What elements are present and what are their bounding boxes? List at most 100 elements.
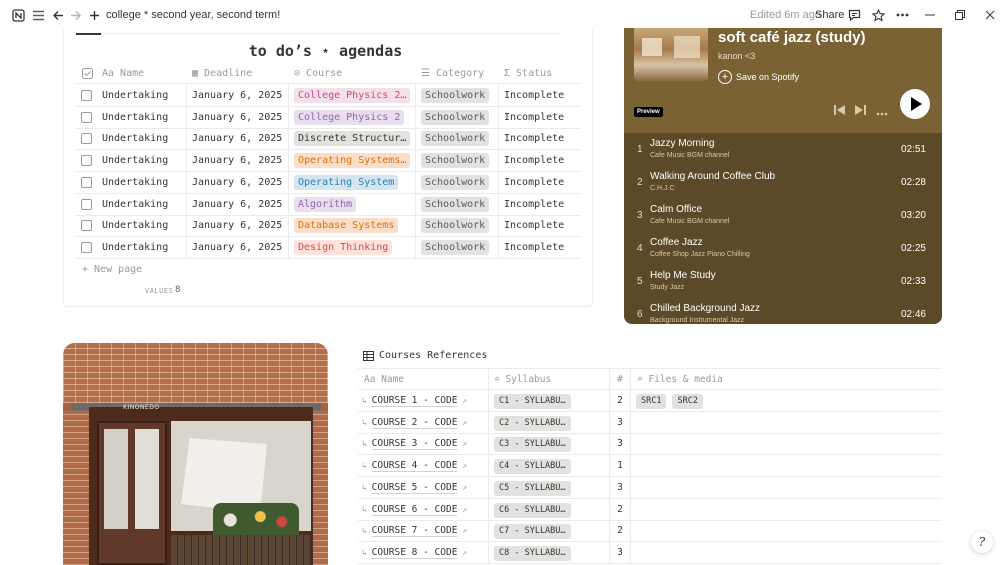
favorite-star-icon[interactable] xyxy=(870,7,886,23)
syllabus-chip[interactable]: C5 - SYLLABU… xyxy=(494,480,571,496)
files-cell[interactable] xyxy=(630,455,942,477)
column-header-number[interactable]: # xyxy=(609,369,630,390)
row-checkbox[interactable] xyxy=(81,176,92,188)
course-name-cell[interactable]: ↳ COURSE 7 - CODE ↗ xyxy=(362,520,486,541)
track-name[interactable]: Chilled Background Jazz xyxy=(650,303,760,314)
select-all-checkbox-icon[interactable] xyxy=(82,63,93,84)
syllabus-cell[interactable]: C5 - SYLLABU… xyxy=(488,476,609,498)
course-name-cell[interactable]: ↳ COURSE 3 - CODE ↗ xyxy=(362,433,486,454)
syllabus-chip[interactable]: C7 - SYLLABU… xyxy=(494,524,571,540)
playlist-owner[interactable]: kanon <3 xyxy=(718,51,755,61)
course-name-cell[interactable]: ↳ COURSE 4 - CODE ↗ xyxy=(362,455,486,476)
course-row[interactable]: ↳ COURSE 5 - CODE ↗ C5 - SYLLABU… 3 xyxy=(358,476,942,499)
syllabus-chip[interactable]: C6 - SYLLABU… xyxy=(494,502,571,518)
row-category[interactable]: Schoolwork xyxy=(415,193,498,215)
todo-row[interactable]: Undertaking January 6, 2025 Algorithm Schoo… xyxy=(76,193,581,216)
todo-row[interactable]: Undertaking January 6, 2025 Design Thinkin… xyxy=(76,236,581,259)
course-number[interactable]: 2 xyxy=(609,498,630,520)
track-name[interactable]: Coffee Jazz xyxy=(650,237,703,248)
course-name-cell[interactable]: ↳ COURSE 1 - CODE ↗ xyxy=(362,390,486,411)
syllabus-chip[interactable]: C3 - SYLLABU… xyxy=(494,437,571,453)
spotify-track[interactable]: 2 Walking Around Coffee Club C.H.J.C 02:28 xyxy=(624,167,942,200)
column-header-syllabus[interactable]: ⌕ Syllabus xyxy=(488,369,608,390)
files-cell[interactable]: SRC1 SRC2 xyxy=(630,390,942,411)
help-button[interactable]: ? xyxy=(971,531,993,553)
syllabus-cell[interactable]: C6 - SYLLABU… xyxy=(488,498,609,520)
spotify-track[interactable]: 3 Calm Office Cafe Music BGM channel 03:20 xyxy=(624,200,942,233)
spotify-track[interactable]: 5 Help Me Study Study Jazz 02:33 xyxy=(624,266,942,299)
column-header-course-name[interactable]: Aa Name xyxy=(364,369,484,390)
comment-icon[interactable] xyxy=(846,7,862,23)
row-course[interactable]: Discrete Structur… xyxy=(288,128,415,150)
spotify-track[interactable]: 1 Jazzy Morning Cafe Music BGM channel 02:5… xyxy=(624,134,942,167)
syllabus-cell[interactable]: C3 - SYLLABU… xyxy=(488,433,609,455)
back-arrow-icon[interactable] xyxy=(50,7,66,23)
restore-window-icon[interactable] xyxy=(952,7,968,23)
todo-row[interactable]: Undertaking January 6, 2025 Operating Syst… xyxy=(76,171,581,194)
course-row[interactable]: ↳ COURSE 7 - CODE ↗ C7 - SYLLABU… 2 xyxy=(358,520,942,543)
category-tag[interactable]: Schoolwork xyxy=(421,131,490,147)
row-deadline[interactable]: January 6, 2025 xyxy=(186,85,288,106)
course-name-cell[interactable]: ↳ COURSE 5 - CODE ↗ xyxy=(362,477,486,498)
row-course[interactable]: Design Thinking xyxy=(288,236,415,258)
files-cell[interactable] xyxy=(630,541,942,563)
category-tag[interactable]: Schoolwork xyxy=(421,218,490,234)
category-tag[interactable]: Schoolwork xyxy=(421,239,490,255)
row-course[interactable]: College Physics 2 xyxy=(288,106,415,128)
todo-row[interactable]: Undertaking January 6, 2025 Operating Syst… xyxy=(76,150,581,173)
row-checkbox[interactable] xyxy=(81,133,92,145)
playlist-title[interactable]: soft café jazz (study) xyxy=(718,29,866,46)
course-name-cell[interactable]: ↳ COURSE 6 - CODE ↗ xyxy=(362,499,486,520)
row-checkbox[interactable] xyxy=(81,111,92,123)
file-chip[interactable]: SRC1 xyxy=(636,394,667,409)
course-number[interactable]: 1 xyxy=(609,455,630,477)
play-button[interactable] xyxy=(900,89,930,119)
track-name[interactable]: Calm Office xyxy=(650,204,702,215)
row-name[interactable]: Undertaking xyxy=(102,237,186,258)
course-name-cell[interactable]: ↳ COURSE 8 - CODE ↗ xyxy=(362,542,486,563)
course-tag[interactable]: Operating System xyxy=(294,174,399,190)
course-number[interactable]: 2 xyxy=(609,520,630,542)
track-artist[interactable]: Study Jazz xyxy=(650,284,684,291)
row-category[interactable]: Schoolwork xyxy=(415,85,498,106)
file-chip[interactable]: SRC2 xyxy=(672,394,703,409)
course-row[interactable]: ↳ COURSE 4 - CODE ↗ C4 - SYLLABU… 1 xyxy=(358,455,942,478)
track-name[interactable]: Jazzy Morning xyxy=(650,138,714,149)
column-header-status[interactable]: Σ Status xyxy=(504,63,552,84)
files-cell[interactable] xyxy=(630,476,942,498)
column-header-course[interactable]: ⊙ Course xyxy=(294,63,342,84)
courses-references-title[interactable]: Courses References xyxy=(363,350,487,361)
course-name[interactable]: COURSE 7 - CODE xyxy=(371,525,458,538)
files-cell[interactable] xyxy=(630,433,942,455)
notion-logo-icon[interactable] xyxy=(10,7,26,23)
track-artist[interactable]: Background Instrumental Jazz xyxy=(650,317,744,324)
files-cell[interactable] xyxy=(630,520,942,542)
new-page-plus-icon[interactable] xyxy=(86,7,102,23)
row-name[interactable]: Undertaking xyxy=(102,107,186,128)
playlist-cover-image[interactable] xyxy=(634,28,708,81)
syllabus-cell[interactable]: C8 - SYLLABU… xyxy=(488,541,609,563)
syllabus-cell[interactable]: C2 - SYLLABU… xyxy=(488,411,609,433)
row-name[interactable]: Undertaking xyxy=(102,215,186,236)
course-number[interactable]: 3 xyxy=(609,541,630,563)
row-deadline[interactable]: January 6, 2025 xyxy=(186,171,288,193)
course-name[interactable]: COURSE 3 - CODE xyxy=(371,438,458,451)
syllabus-chip[interactable]: C1 - SYLLABU… xyxy=(494,394,571,409)
forward-arrow-icon[interactable] xyxy=(68,7,84,23)
spotify-track[interactable]: 4 Coffee Jazz Coffee Shop Jazz Piano Chill… xyxy=(624,233,942,266)
minimize-window-icon[interactable] xyxy=(922,7,938,23)
row-name[interactable]: Undertaking xyxy=(102,128,186,149)
course-tag[interactable]: Database Systems xyxy=(294,218,399,234)
syllabus-chip[interactable]: C4 - SYLLABU… xyxy=(494,459,571,475)
course-number[interactable]: 3 xyxy=(609,411,630,433)
todo-row[interactable]: Undertaking January 6, 2025 College Physic… xyxy=(76,85,581,107)
track-artist[interactable]: C.H.J.C xyxy=(650,185,675,192)
track-artist[interactable]: Coffee Shop Jazz Piano Chilling xyxy=(650,251,750,258)
course-row[interactable]: ↳ COURSE 3 - CODE ↗ C3 - SYLLABU… 3 xyxy=(358,433,942,456)
track-artist[interactable]: Cafe Music BGM channel xyxy=(650,152,729,159)
row-checkbox[interactable] xyxy=(81,220,92,232)
column-header-files[interactable]: ⌕ Files & media xyxy=(630,369,940,390)
more-options-icon[interactable] xyxy=(876,108,888,119)
row-category[interactable]: Schoolwork xyxy=(415,106,498,128)
row-category[interactable]: Schoolwork xyxy=(415,215,498,237)
